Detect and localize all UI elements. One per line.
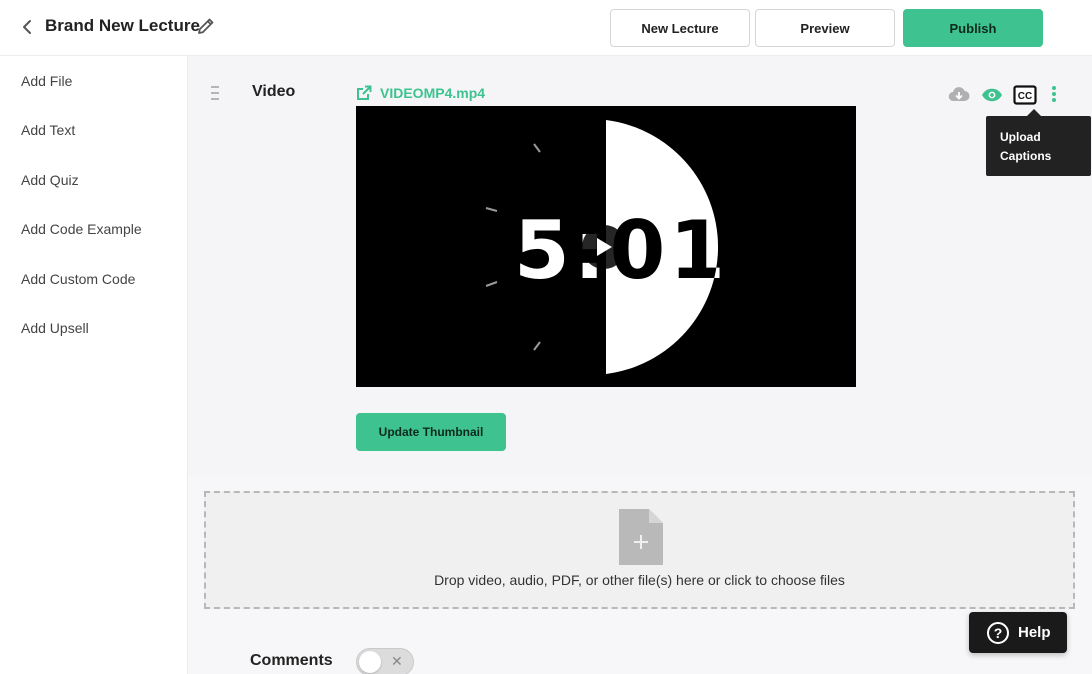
- sidebar-item-add-text[interactable]: Add Text: [21, 122, 75, 138]
- toggle-knob: [359, 651, 381, 673]
- file-add-icon: [619, 509, 663, 565]
- sidebar-item-add-custom-code[interactable]: Add Custom Code: [21, 271, 135, 287]
- back-button[interactable]: [18, 17, 36, 37]
- comments-label: Comments: [250, 652, 333, 669]
- chevron-left-icon: [23, 20, 31, 34]
- cloud-download-icon: [948, 87, 970, 102]
- play-icon: [597, 238, 612, 256]
- upload-captions-button[interactable]: CC: [1013, 85, 1037, 110]
- file-link[interactable]: VIDEOMP4.mp4: [356, 85, 485, 101]
- sidebar-item-add-code-example[interactable]: Add Code Example: [21, 221, 142, 237]
- update-thumbnail-button[interactable]: Update Thumbnail: [356, 413, 506, 451]
- question-circle-icon: ?: [987, 621, 1009, 644]
- more-options-button[interactable]: [1051, 85, 1057, 108]
- video-block: Video VIDEOMP4.mp4 5:01 Update Thumbnail: [188, 56, 1092, 476]
- sidebar: Add File Add Text Add Quiz Add Code Exam…: [0, 56, 188, 674]
- pencil-icon: [198, 18, 214, 34]
- top-header: Brand New Lecture New Lecture Preview Pu…: [0, 0, 1092, 56]
- visibility-button[interactable]: [981, 88, 1003, 107]
- more-vertical-icon: [1052, 86, 1056, 102]
- help-button[interactable]: ? Help: [969, 612, 1067, 653]
- main-content: Video VIDEOMP4.mp4 5:01 Update Thumbnail: [188, 56, 1092, 674]
- svg-text:CC: CC: [1018, 91, 1032, 102]
- sidebar-item-add-upsell[interactable]: Add Upsell: [21, 320, 89, 336]
- play-button[interactable]: [582, 225, 626, 269]
- help-label: Help: [1018, 624, 1051, 641]
- comments-toggle[interactable]: ✕: [356, 648, 414, 674]
- upload-captions-tooltip: Upload Captions: [986, 116, 1091, 176]
- block-label: Video: [252, 83, 296, 100]
- new-lecture-button[interactable]: New Lecture: [610, 9, 750, 47]
- eye-icon: [982, 88, 1002, 102]
- download-button[interactable]: [948, 85, 970, 108]
- video-player[interactable]: 5:01: [356, 106, 856, 387]
- sidebar-item-add-quiz[interactable]: Add Quiz: [21, 172, 79, 188]
- publish-button[interactable]: Publish: [903, 9, 1043, 47]
- preview-button[interactable]: Preview: [755, 9, 895, 47]
- close-icon: ✕: [391, 653, 403, 669]
- page-title: Brand New Lecture: [45, 16, 200, 35]
- file-dropzone[interactable]: Drop video, audio, PDF, or other file(s)…: [204, 491, 1075, 609]
- external-link-icon: [357, 85, 372, 100]
- dropzone-text: Drop video, audio, PDF, or other file(s)…: [434, 572, 845, 588]
- edit-title-button[interactable]: [196, 16, 216, 36]
- file-name: VIDEOMP4.mp4: [380, 85, 486, 101]
- closed-captions-icon: CC: [1013, 85, 1037, 105]
- sidebar-item-add-file[interactable]: Add File: [21, 73, 72, 89]
- drag-handle-icon[interactable]: [211, 86, 219, 100]
